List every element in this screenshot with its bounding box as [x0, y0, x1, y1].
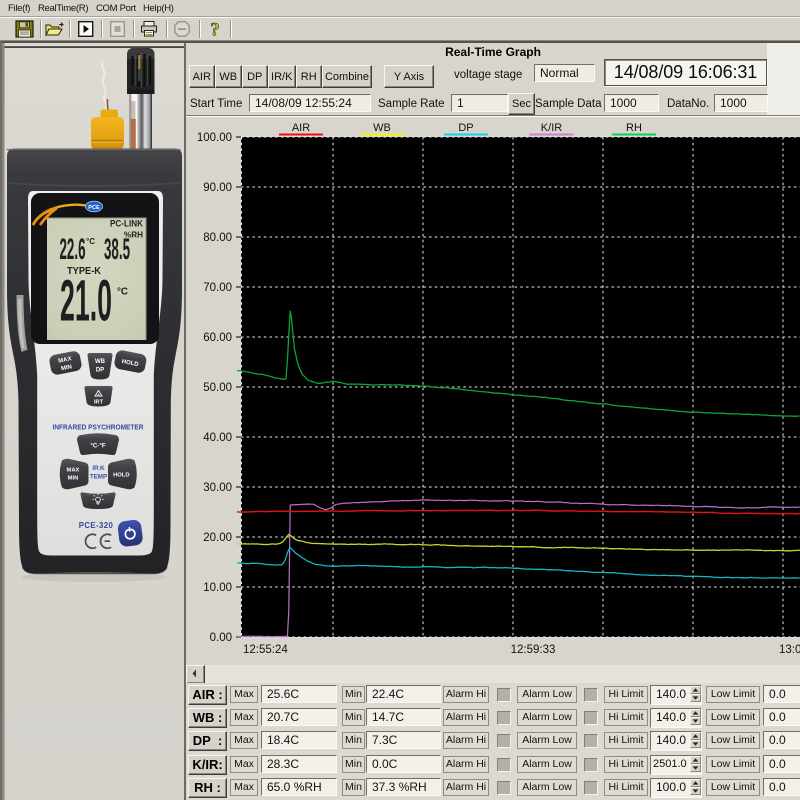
svg-text:MIN: MIN — [68, 476, 79, 482]
svg-text:50.00: 50.00 — [203, 382, 232, 394]
svg-text:DP: DP — [96, 368, 104, 374]
svg-text:AIR: AIR — [292, 122, 310, 134]
svg-text:°C·°F: °C·°F — [90, 443, 105, 450]
svg-text:IRT: IRT — [94, 400, 104, 406]
svg-text:21.0: 21.0 — [60, 269, 112, 334]
svg-text:°C: °C — [117, 287, 128, 298]
svg-text:70.00: 70.00 — [203, 282, 232, 294]
svg-text:DP: DP — [458, 122, 473, 134]
svg-text:HOLD: HOLD — [113, 473, 129, 479]
svg-text:30.00: 30.00 — [203, 482, 232, 494]
svg-text:WB: WB — [95, 359, 106, 365]
svg-text:0.00: 0.00 — [210, 632, 232, 644]
svg-text:WB: WB — [373, 122, 391, 134]
svg-text:?: ? — [210, 20, 220, 41]
svg-text:PC-LINK: PC-LINK — [110, 219, 143, 230]
svg-text:12:59:33: 12:59:33 — [511, 644, 556, 656]
svg-text:80.00: 80.00 — [203, 232, 232, 244]
svg-text:IR:K: IR:K — [92, 465, 105, 472]
svg-text:INFRARED PSYCHROMETER: INFRARED PSYCHROMETER — [53, 423, 145, 432]
svg-text:PCE: PCE — [88, 205, 100, 211]
svg-text:38.5: 38.5 — [104, 233, 130, 266]
svg-text:RH: RH — [626, 122, 642, 134]
svg-text:22.6: 22.6 — [60, 233, 86, 266]
svg-text:TEMP: TEMP — [90, 474, 107, 481]
svg-text:40.00: 40.00 — [203, 432, 232, 444]
svg-text:MAX: MAX — [67, 468, 80, 474]
svg-text:PCE-320: PCE-320 — [79, 521, 114, 530]
svg-text:60.00: 60.00 — [203, 332, 232, 344]
svg-text:°C: °C — [86, 237, 95, 246]
svg-text:20.00: 20.00 — [203, 532, 232, 544]
svg-text:90.00: 90.00 — [203, 182, 232, 194]
svg-text:K/IR: K/IR — [541, 122, 562, 134]
svg-text:12:55:24: 12:55:24 — [243, 644, 288, 656]
svg-text:10.00: 10.00 — [203, 582, 232, 594]
svg-text:100.00: 100.00 — [197, 132, 232, 144]
svg-text:13:03:51: 13:03:51 — [779, 644, 800, 656]
